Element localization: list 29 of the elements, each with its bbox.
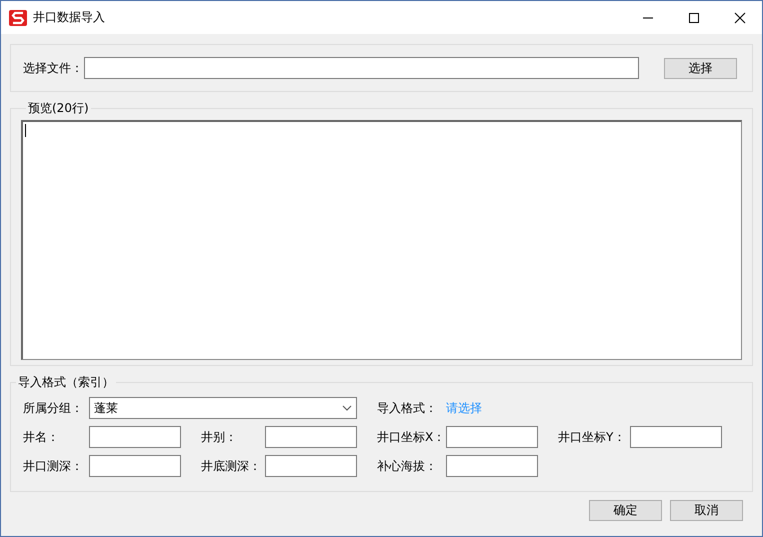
dialog-button[interactable]: 确定 [589,500,662,521]
file-path-field[interactable] [84,57,640,79]
field-label: 井口坐标Y： [557,428,626,446]
dialog-button[interactable]: 取消 [670,500,743,521]
field-label: 补心海拔： [376,458,438,474]
text-field[interactable] [446,426,538,448]
window-title: 井口数据导入 [33,9,105,26]
preview-title: 预览(20行) [27,100,90,117]
text-field[interactable] [265,426,357,448]
maximize-icon[interactable] [688,12,700,24]
file-label: 选择文件： [23,60,84,76]
field-label: 井别： [200,428,238,446]
field-label: 井名： [23,428,60,446]
field-label: 导入格式： [376,400,438,416]
text-field[interactable] [89,426,181,448]
chevron-down-icon [342,405,352,411]
text-field[interactable] [446,455,538,477]
format-title: 导入格式（索引） [17,374,115,391]
field-label: 井底测深： [200,458,262,474]
app-logo-icon [9,10,27,26]
field-label: 井口坐标X： [376,428,446,446]
field-label: 所属分组： [23,400,84,416]
close-icon[interactable] [734,12,746,24]
field-label: 井口测深： [23,458,84,474]
text-field[interactable] [630,426,722,448]
text-field[interactable] [265,455,357,477]
group-dropdown[interactable]: 蓬莱 [89,397,357,419]
text-field[interactable] [89,455,181,477]
choose-button[interactable]: 选择 [664,58,737,78]
